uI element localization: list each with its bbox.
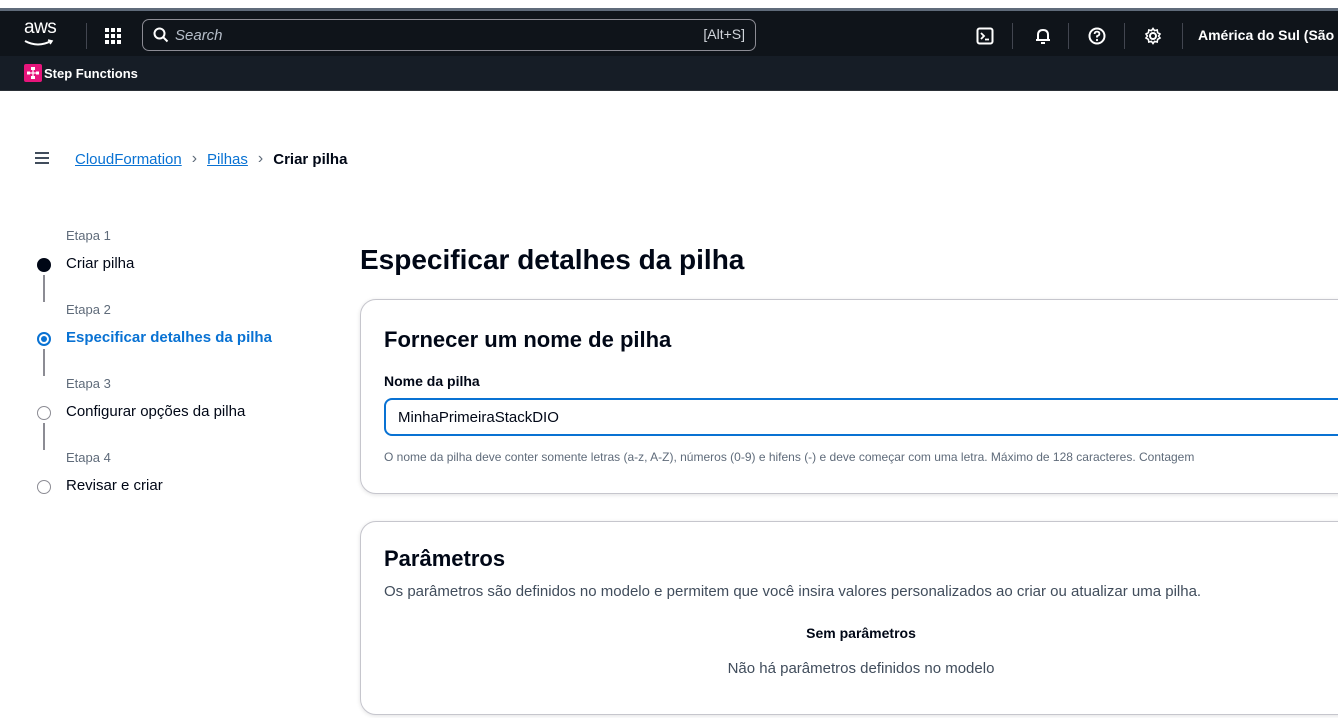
grid-icon: [105, 28, 121, 44]
region-selector[interactable]: América do Sul (São: [1198, 27, 1334, 43]
chevron-right-icon: ›: [191, 150, 198, 167]
step-functions-glyph: [27, 67, 39, 79]
breadcrumb-cloudformation[interactable]: CloudFormation: [75, 151, 182, 168]
search-shortcut-hint: [Alt+S]: [703, 26, 745, 42]
empty-state-description: Não há parâmetros definidos no modelo: [727, 660, 995, 677]
stack-name-input[interactable]: [384, 398, 1338, 436]
favorite-step-functions-link[interactable]: Step Functions: [44, 66, 138, 81]
stack-name-card: Fornecer um nome de pilha Nome da pilha …: [360, 299, 1338, 494]
step-connector: [43, 349, 45, 376]
step-functions-icon[interactable]: [24, 64, 42, 82]
step-pending-icon: [37, 406, 51, 420]
step-title: Especificar detalhes da pilha: [66, 329, 272, 346]
stack-name-hint: O nome da pilha deve conter somente letr…: [384, 450, 1195, 464]
breadcrumb-bar: CloudFormation › Pilhas › Criar pilha: [0, 136, 1338, 182]
step-number: Etapa 4: [66, 450, 111, 465]
bell-icon: [1036, 28, 1050, 44]
card-heading: Parâmetros: [384, 546, 506, 571]
stack-name-label: Nome da pilha: [384, 373, 480, 389]
step-connector: [43, 275, 45, 302]
step-number: Etapa 1: [66, 228, 111, 243]
topbar-divider: [1068, 23, 1069, 49]
step-title: Configurar opções da pilha: [66, 403, 246, 420]
parameters-description: Os parâmetros são definidos no modelo e …: [384, 583, 1202, 600]
wizard-step-4[interactable]: Etapa 4 Revisar e criar: [34, 450, 334, 524]
help-icon: [1088, 27, 1106, 45]
step-connector: [43, 423, 45, 450]
services-grid-button[interactable]: [100, 23, 126, 49]
step-pending-icon: [37, 480, 51, 494]
aws-smile-icon: [24, 39, 54, 46]
aws-top-navigation: aws [Alt+S]: [0, 8, 1338, 56]
wizard-step-2[interactable]: Etapa 2 Especificar detalhes da pilha: [34, 302, 334, 376]
help-button[interactable]: [1084, 23, 1110, 49]
cloudshell-icon: [976, 27, 994, 45]
breadcrumb: CloudFormation › Pilhas › Criar pilha: [75, 150, 347, 168]
step-number: Etapa 3: [66, 376, 111, 391]
step-number: Etapa 2: [66, 302, 111, 317]
page-title: Especificar detalhes da pilha: [360, 244, 745, 275]
parameters-card: Parâmetros Os parâmetros são definidos n…: [360, 521, 1338, 715]
notifications-button[interactable]: [1030, 23, 1056, 49]
search-input[interactable]: [175, 24, 655, 46]
step-title: Criar pilha: [66, 255, 135, 272]
cloudshell-button[interactable]: [972, 23, 998, 49]
topbar-divider: [1182, 23, 1183, 49]
empty-state-title: Sem parâmetros: [806, 625, 916, 641]
settings-button[interactable]: [1140, 23, 1166, 49]
card-heading: Fornecer um nome de pilha: [384, 327, 672, 352]
wizard-step-3[interactable]: Etapa 3 Configurar opções da pilha: [34, 376, 334, 450]
wizard-steps: Etapa 1 Criar pilha Etapa 2 Especificar …: [34, 228, 334, 524]
step-active-icon: [37, 332, 51, 346]
chevron-right-icon: ›: [257, 150, 264, 167]
search-icon: [153, 27, 169, 43]
aws-logo[interactable]: aws: [20, 15, 70, 55]
step-done-icon: [37, 258, 51, 272]
gear-icon: [1144, 27, 1162, 45]
topbar-divider: [1012, 23, 1013, 49]
menu-icon[interactable]: [34, 150, 52, 166]
window-top-strip: [0, 0, 1338, 8]
breadcrumb-current: Criar pilha: [273, 150, 348, 168]
topbar-divider: [1124, 23, 1125, 49]
aws-logo-text: aws: [24, 17, 57, 38]
favorites-bar: Step Functions: [0, 56, 1338, 91]
wizard-step-1[interactable]: Etapa 1 Criar pilha: [34, 228, 334, 302]
step-title: Revisar e criar: [66, 477, 163, 494]
breadcrumb-pilhas[interactable]: Pilhas: [207, 151, 248, 168]
topbar-divider: [86, 23, 87, 49]
search-box[interactable]: [Alt+S]: [142, 19, 756, 51]
